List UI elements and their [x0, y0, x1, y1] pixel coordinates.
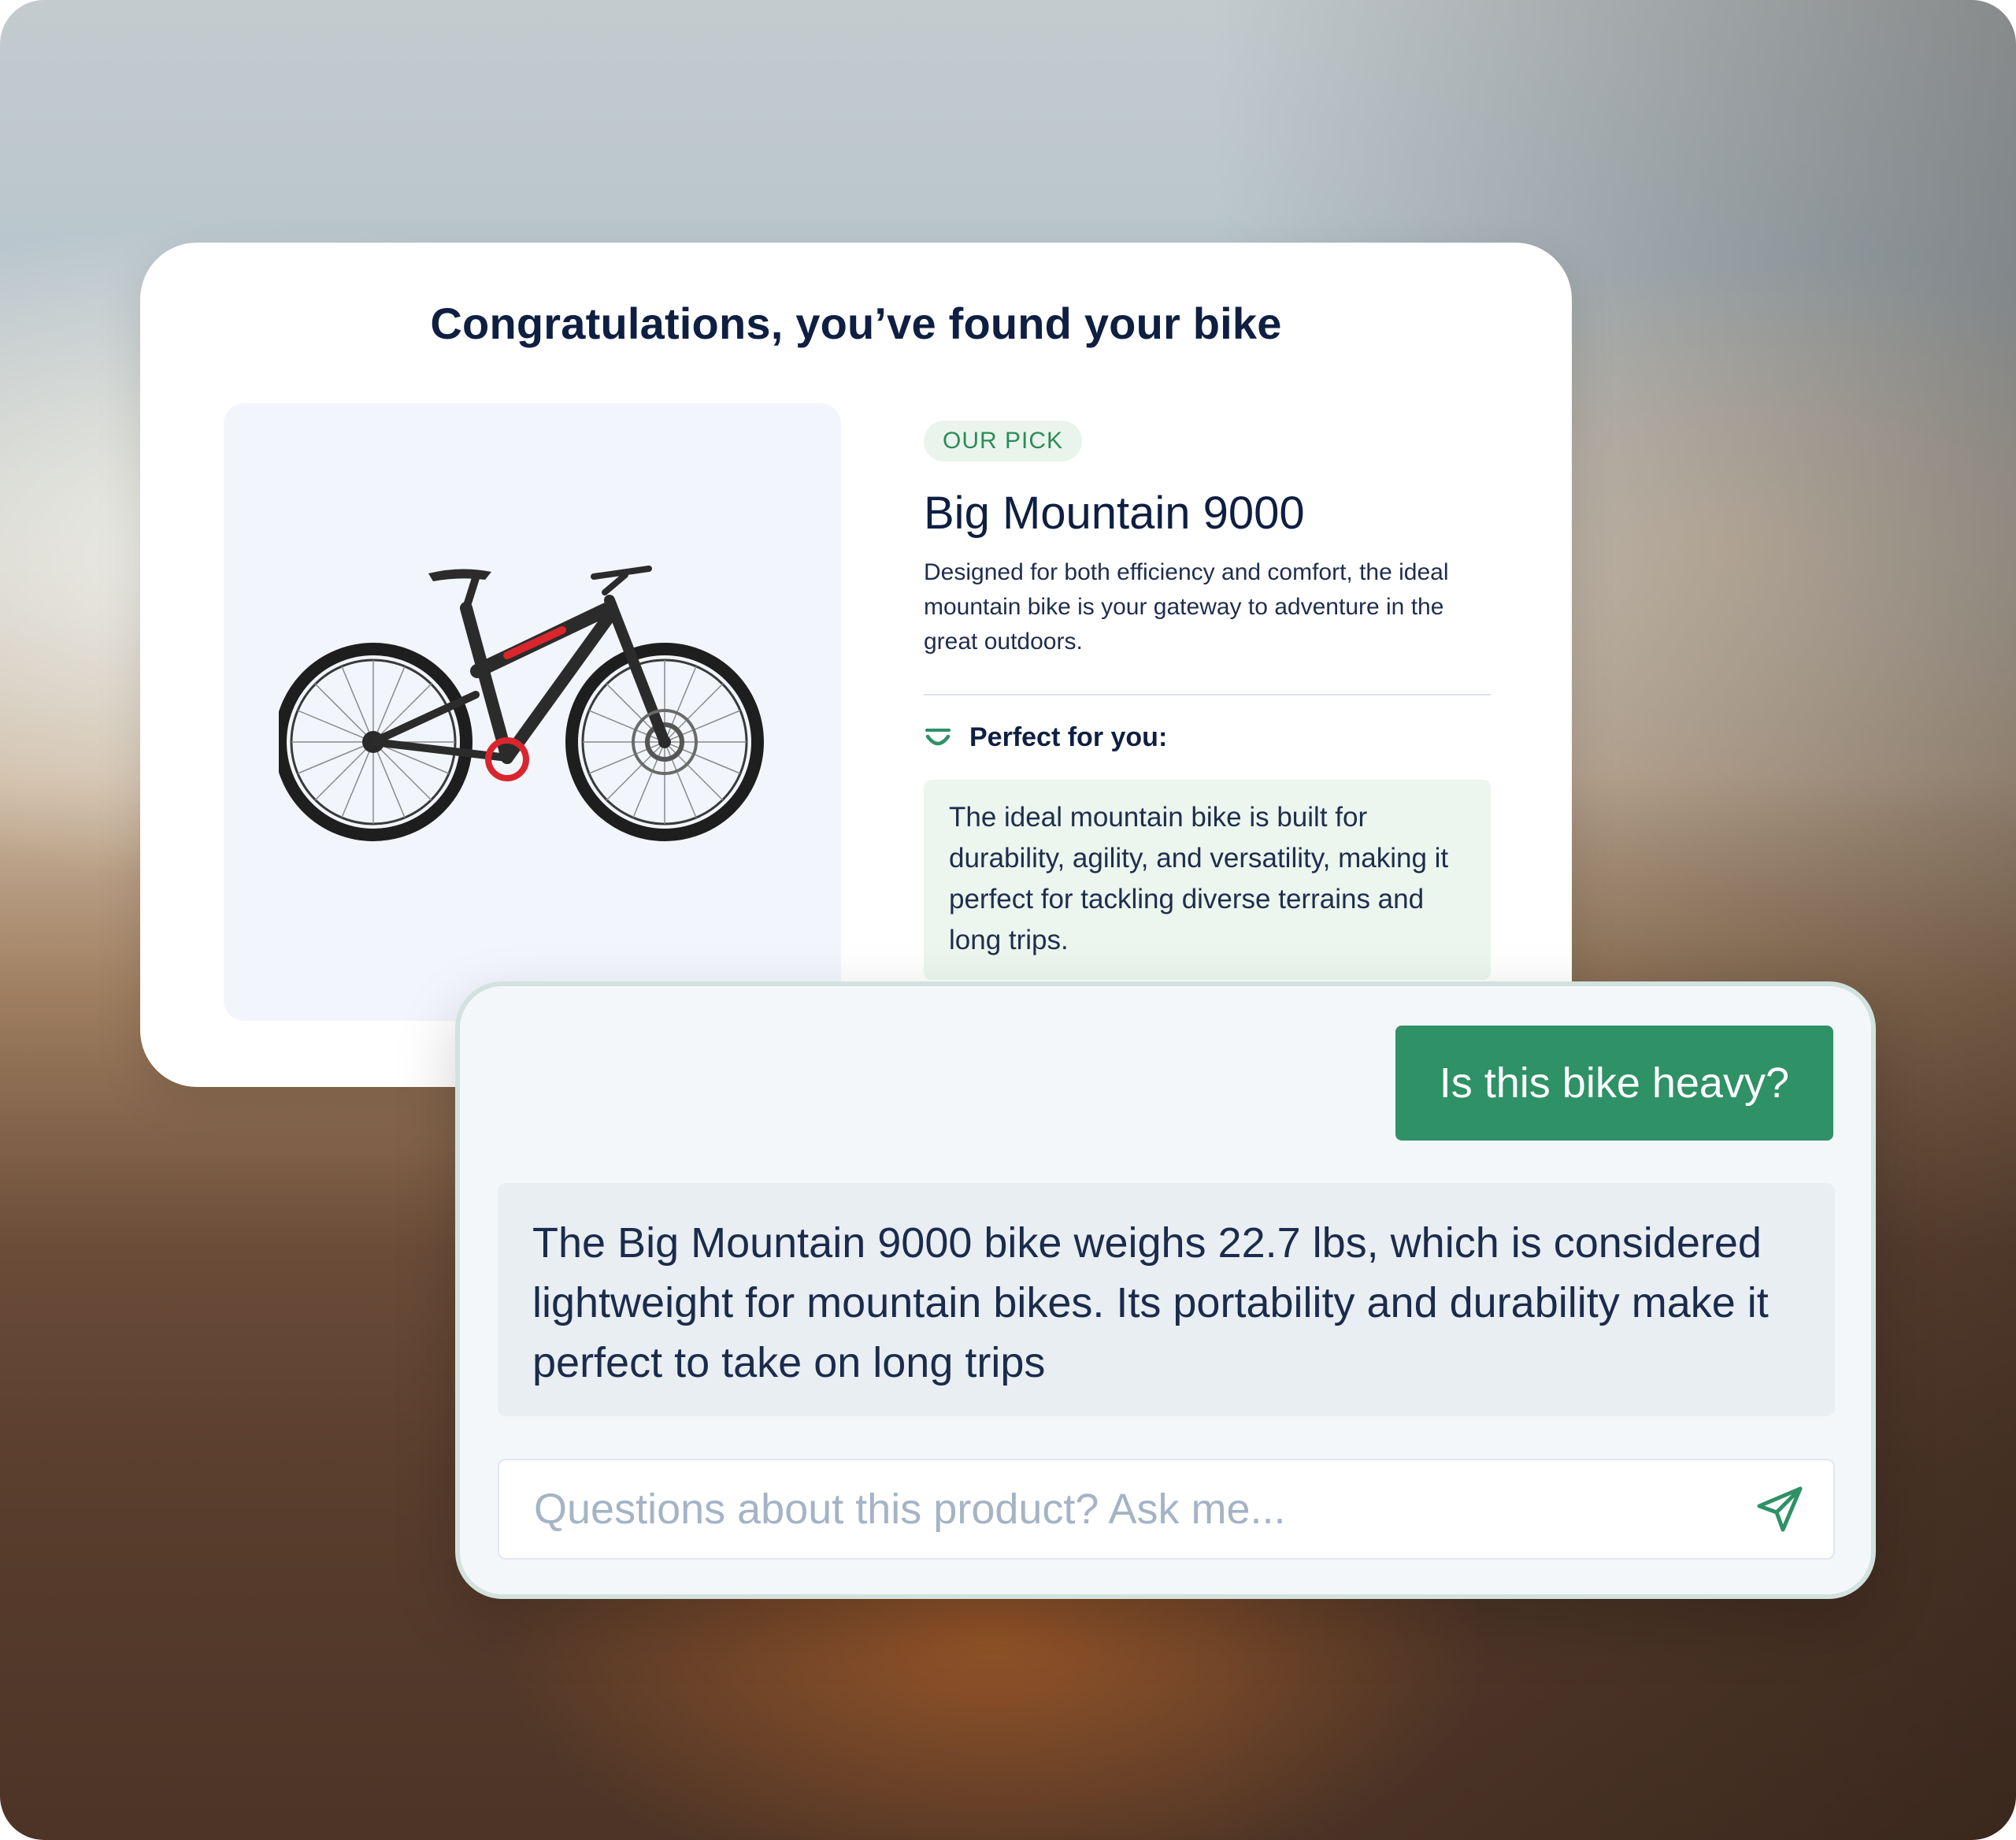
product-description: Designed for both efficiency and comfort…	[924, 559, 1449, 655]
perfect-for-you-row: Perfect for you:	[924, 722, 1491, 753]
product-name: Big Mountain 9000	[924, 488, 1305, 539]
mountain-bike-image	[279, 566, 764, 841]
send-icon	[1757, 1486, 1803, 1532]
product-info: OUR PICK Big Mountain 9000 Designed for …	[924, 421, 1491, 980]
user-message: Is this bike heavy?	[1395, 1026, 1833, 1141]
perfect-for-you-text: The ideal mountain bike is built for dur…	[924, 780, 1491, 980]
chat-input[interactable]	[498, 1459, 1835, 1560]
divider	[924, 694, 1491, 696]
perfect-for-you-label: Perfect for you:	[969, 722, 1168, 752]
assistant-message: The Big Mountain 9000 bike weighs 22.7 l…	[498, 1183, 1835, 1416]
product-image-panel	[224, 403, 841, 1021]
page-title: Congratulations, you’ve found your bike	[430, 299, 1282, 348]
smile-arc-icon	[925, 728, 951, 745]
send-button[interactable]	[1753, 1482, 1807, 1536]
product-card: Congratulations, you’ve found your bike	[140, 243, 1572, 1087]
our-pick-badge: OUR PICK	[924, 421, 1083, 462]
chat-panel: Is this bike heavy? The Big Mountain 900…	[455, 981, 1876, 1599]
